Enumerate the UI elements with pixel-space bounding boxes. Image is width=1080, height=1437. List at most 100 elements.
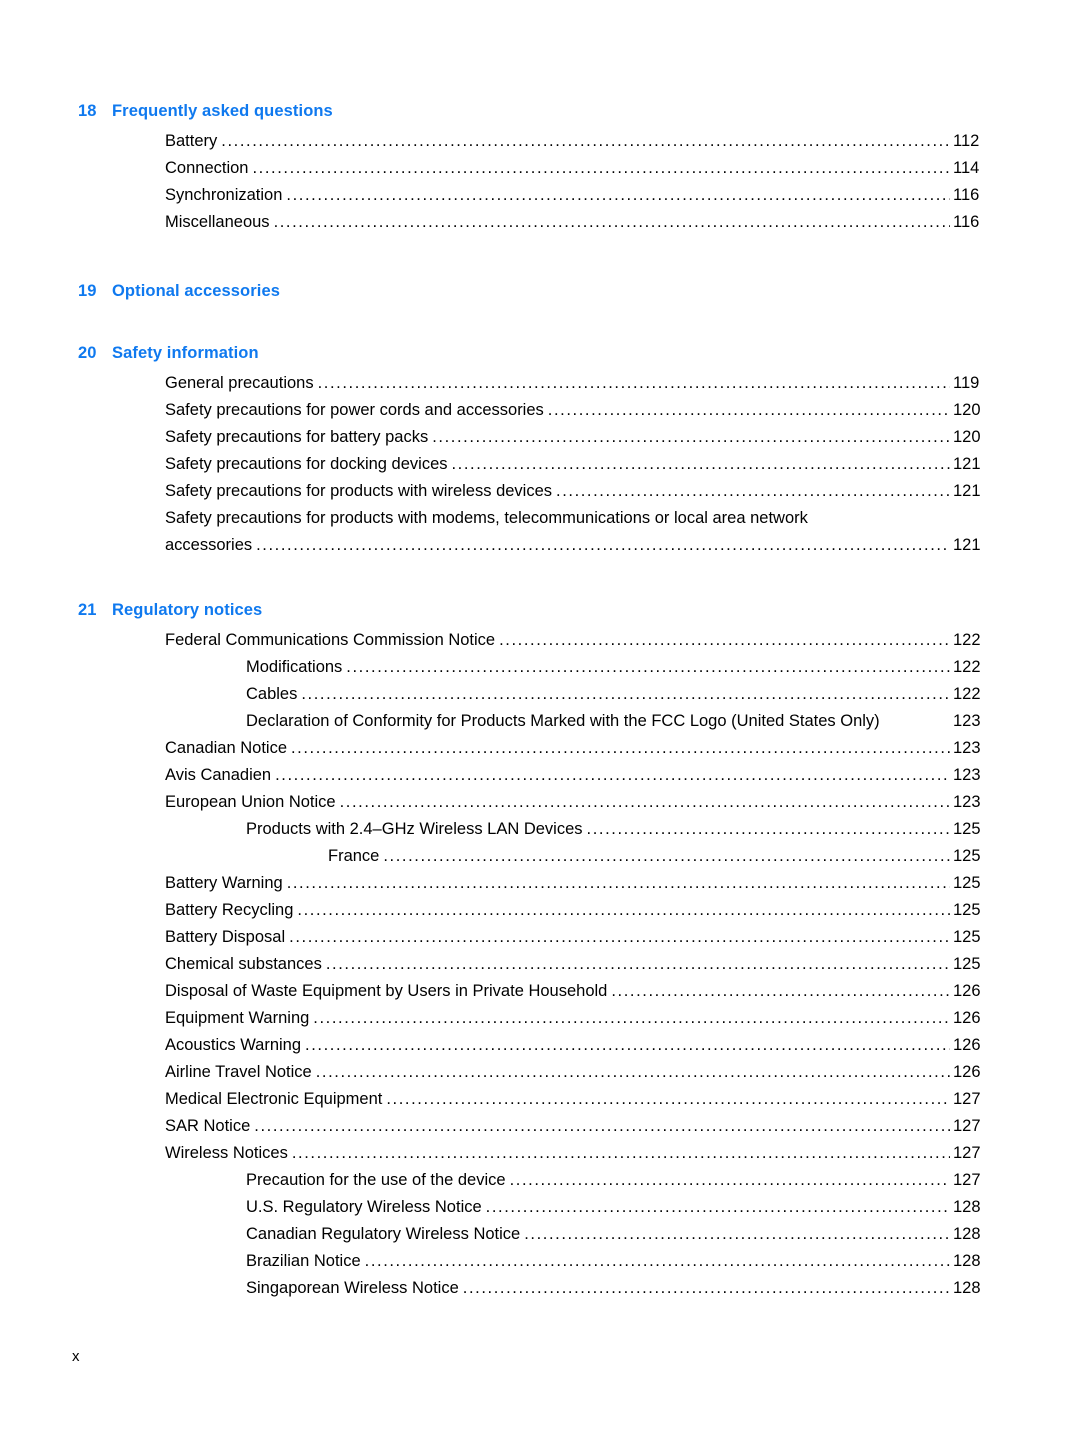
toc-entry-label: Equipment Warning — [165, 1009, 310, 1027]
toc-entry-page-number: 121 — [953, 482, 981, 500]
toc-entry-label: Battery Warning — [165, 874, 283, 892]
toc-entry-page-number: 128 — [953, 1198, 981, 1216]
toc-entry[interactable]: Wireless Notices 127 — [78, 1140, 1002, 1167]
dot-leader — [510, 1177, 950, 1194]
toc-entry-page-number: 127 — [953, 1117, 981, 1135]
toc-entry-page-number: 126 — [953, 1009, 981, 1027]
toc-entry[interactable]: Connection 114 — [78, 155, 1002, 182]
chapter-heading[interactable]: 18 Frequently asked questions — [78, 100, 1002, 122]
toc-entry-label: Brazilian Notice — [246, 1252, 361, 1270]
toc-entry[interactable]: Products with 2.4–GHz Wireless LAN Devic… — [78, 816, 1002, 843]
toc-entry-label: Safety precautions for products with wir… — [165, 482, 553, 500]
toc-entry-page-number: 126 — [953, 1036, 981, 1054]
toc-entry-label: Safety precautions for docking devices — [165, 455, 448, 473]
toc-entry-page-number: 125 — [953, 874, 981, 892]
toc-entry-page-number: 122 — [953, 631, 981, 649]
toc-entry-label: Wireless Notices — [165, 1144, 288, 1162]
toc-entry[interactable]: Synchronization 116 — [78, 182, 1002, 209]
toc-entry-wrapped[interactable]: Safety precautions for products with mod… — [78, 505, 1002, 559]
toc-entry-page-number: 125 — [953, 901, 981, 919]
toc-entry[interactable]: SAR Notice 127 — [78, 1113, 1002, 1140]
toc-entry-page-number: 128 — [953, 1225, 981, 1243]
toc-entry-label: accessories — [165, 536, 253, 554]
toc-entry[interactable]: Equipment Warning 126 — [78, 1005, 1002, 1032]
toc-entry[interactable]: General precautions 119 — [78, 370, 1002, 397]
toc-entry-label: General precautions — [165, 374, 314, 392]
dot-leader — [386, 1096, 950, 1113]
dot-leader — [326, 961, 950, 978]
toc-page: 18 Frequently asked questions Battery 112 Co… — [0, 0, 1080, 1437]
toc-entry[interactable]: Declaration of Conformity for Products M… — [78, 708, 1002, 735]
chapter-title: Regulatory notices — [112, 601, 263, 619]
toc-entry-label: U.S. Regulatory Wireless Notice — [246, 1198, 482, 1216]
toc-entry[interactable]: Battery Recycling 125 — [78, 897, 1002, 924]
toc-entry[interactable]: European Union Notice 123 — [78, 789, 1002, 816]
dot-leader — [524, 1231, 950, 1248]
toc-entry-label: Singaporean Wireless Notice — [246, 1279, 459, 1297]
dot-leader — [365, 1258, 950, 1275]
dot-leader — [252, 165, 950, 182]
toc-entry[interactable]: Chemical substances 125 — [78, 951, 1002, 978]
dot-leader — [486, 1204, 950, 1221]
chapter-title: Frequently asked questions — [112, 102, 333, 120]
chapter-number: 19 — [78, 282, 97, 300]
dot-leader — [318, 380, 950, 397]
chapter-heading[interactable]: 19 Optional accessories — [78, 280, 1002, 302]
toc-entry[interactable]: Modifications 122 — [78, 654, 1002, 681]
chapter-title: Optional accessories — [112, 282, 280, 300]
dot-leader — [556, 488, 950, 505]
toc-entry-page-number: 122 — [953, 658, 981, 676]
toc-entry-continuation: accessories 121 — [165, 532, 1002, 559]
toc-entry[interactable]: Federal Communications Commission Notice… — [78, 627, 1002, 654]
toc-entry[interactable]: Singaporean Wireless Notice 128 — [78, 1275, 1002, 1302]
toc-entry-page-number: 123 — [953, 739, 981, 757]
toc-entry[interactable]: Medical Electronic Equipment 127 — [78, 1086, 1002, 1113]
toc-entry[interactable]: Safety precautions for docking devices 12… — [78, 451, 1002, 478]
toc-entry[interactable]: Safety precautions for battery packs 120 — [78, 424, 1002, 451]
toc-entry[interactable]: Acoustics Warning 126 — [78, 1032, 1002, 1059]
toc-entry-label: Battery Disposal — [165, 928, 286, 946]
dot-leader — [587, 826, 950, 843]
toc-entry-page-number: 112 — [953, 132, 980, 150]
toc-entry[interactable]: France 125 — [78, 843, 1002, 870]
toc-entry[interactable]: Precaution for the use of the device 127 — [78, 1167, 1002, 1194]
toc-entry[interactable]: Miscellaneous 116 — [78, 209, 1002, 236]
toc-entry[interactable]: Canadian Notice 123 — [78, 735, 1002, 762]
dot-leader — [254, 1123, 950, 1140]
dot-leader — [287, 880, 950, 897]
chapter-number: 18 — [78, 102, 97, 120]
toc-entry-page-number: 125 — [953, 820, 981, 838]
toc-entry[interactable]: U.S. Regulatory Wireless Notice 128 — [78, 1194, 1002, 1221]
toc-entry[interactable]: Battery Warning 125 — [78, 870, 1002, 897]
toc-entry[interactable]: Safety precautions for power cords and a… — [78, 397, 1002, 424]
toc-entry-label: Safety precautions for power cords and a… — [165, 401, 544, 419]
chapter-heading[interactable]: 20 Safety information — [78, 342, 1002, 364]
toc-entry[interactable]: Airline Travel Notice 126 — [78, 1059, 1002, 1086]
dot-leader — [221, 138, 950, 155]
toc-entry-page-number: 121 — [953, 536, 981, 554]
dot-leader — [884, 718, 950, 735]
toc-entry-page-number: 114 — [953, 159, 980, 177]
toc-entry-label: Connection — [165, 159, 249, 177]
toc-entry[interactable]: Cables 122 — [78, 681, 1002, 708]
toc-entry[interactable]: Safety precautions for products with wir… — [78, 478, 1002, 505]
toc-entry[interactable]: Battery 112 — [78, 128, 1002, 155]
chapter-heading[interactable]: 21 Regulatory notices — [78, 599, 1002, 621]
toc-entry-page-number: 119 — [953, 374, 980, 392]
toc-entry[interactable]: Canadian Regulatory Wireless Notice 128 — [78, 1221, 1002, 1248]
toc-entry[interactable]: Battery Disposal 125 — [78, 924, 1002, 951]
dot-leader — [274, 219, 950, 236]
toc-entry-label: Airline Travel Notice — [165, 1063, 312, 1081]
toc-entry-label: Federal Communications Commission Notice — [165, 631, 496, 649]
toc-entry[interactable]: Avis Canadien 123 — [78, 762, 1002, 789]
toc-entry[interactable]: Brazilian Notice 128 — [78, 1248, 1002, 1275]
toc-entry-page-number: 116 — [953, 213, 980, 231]
toc-entry-page-number: 127 — [953, 1171, 981, 1189]
toc-entry-page-number: 116 — [953, 186, 980, 204]
dot-leader — [286, 192, 950, 209]
chapter-title: Safety information — [112, 344, 259, 362]
toc-entry-label: France — [328, 847, 380, 865]
footer-page-number: x — [72, 1348, 80, 1365]
toc-entry[interactable]: Disposal of Waste Equipment by Users in … — [78, 978, 1002, 1005]
toc-entry-page-number: 125 — [953, 928, 981, 946]
